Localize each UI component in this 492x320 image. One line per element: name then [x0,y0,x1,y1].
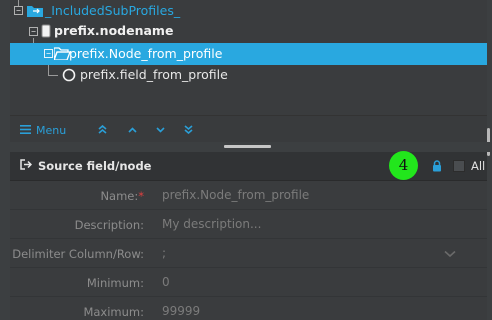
minimum-row: Minimum: 0 [10,268,487,297]
tree-item-label: prefix.Node_from_profile [69,46,223,61]
name-row: Name:* prefix.Node_from_profile [10,181,487,210]
source-form: Name:* prefix.Node_from_profile Descript… [10,181,487,320]
description-field[interactable]: My description... [162,217,261,231]
maximum-field[interactable]: 99999 [162,304,200,318]
name-label: Name:* [100,189,144,203]
hamburger-icon [20,124,31,137]
maximum-label: Maximum: [83,305,144,319]
description-row: Description: My description... [10,210,487,239]
tree-toolbar: Menu [10,115,487,142]
tree-item-nodename[interactable]: − prefix.nodename [10,20,487,42]
all-checkbox[interactable] [453,160,465,172]
collapse-toggle-icon[interactable]: − [14,6,23,15]
node-root-icon [41,24,51,41]
source-title: Source field/node [20,159,151,173]
minimum-field[interactable]: 0 [162,275,170,289]
chevron-down-icon[interactable] [444,247,456,258]
all-label: All [471,159,486,173]
tree-item-label: _IncludedSubProfiles_ [45,3,181,18]
profile-tree: − _IncludedSubProfiles_ − prefix.nodenam… [10,0,487,115]
delimiter-label: Delimiter Column/Row: [12,247,144,261]
minimum-label: Minimum: [86,276,144,290]
menu-button[interactable]: Menu [20,124,66,137]
delimiter-select[interactable]: ; [162,246,166,260]
description-label: Description: [74,218,144,232]
maximum-row: Maximum: 99999 [10,297,487,320]
move-bottom-icon[interactable] [184,125,193,134]
delimiter-row: Delimiter Column/Row: ; [10,239,487,268]
move-up-icon[interactable] [128,127,137,133]
tree-item-label: prefix.nodename [54,23,174,38]
collapse-toggle-icon[interactable]: − [44,49,53,58]
required-marker: * [138,189,144,203]
tree-item-included-subprofiles[interactable]: − _IncludedSubProfiles_ [10,0,487,22]
step-number-badge: 4 [389,151,418,180]
folder-link-icon [27,4,43,20]
collapse-toggle-icon[interactable]: − [29,27,38,36]
sign-in-icon [20,159,33,173]
splitter-grip[interactable] [224,145,271,148]
tree-item-label: prefix.field_from_profile [80,67,228,82]
move-down-icon[interactable] [156,127,165,133]
move-top-icon[interactable] [98,125,107,134]
name-field[interactable]: prefix.Node_from_profile [162,188,309,202]
field-icon [62,68,76,85]
tree-item-node-from-profile[interactable]: − prefix.Node_from_profile [10,43,487,65]
lock-icon[interactable] [432,160,442,175]
tree-item-field-from-profile[interactable]: prefix.field_from_profile [10,64,487,86]
source-title-label: Source field/node [38,159,152,173]
menu-label: Menu [36,124,67,137]
panel-splitter[interactable] [0,142,492,152]
